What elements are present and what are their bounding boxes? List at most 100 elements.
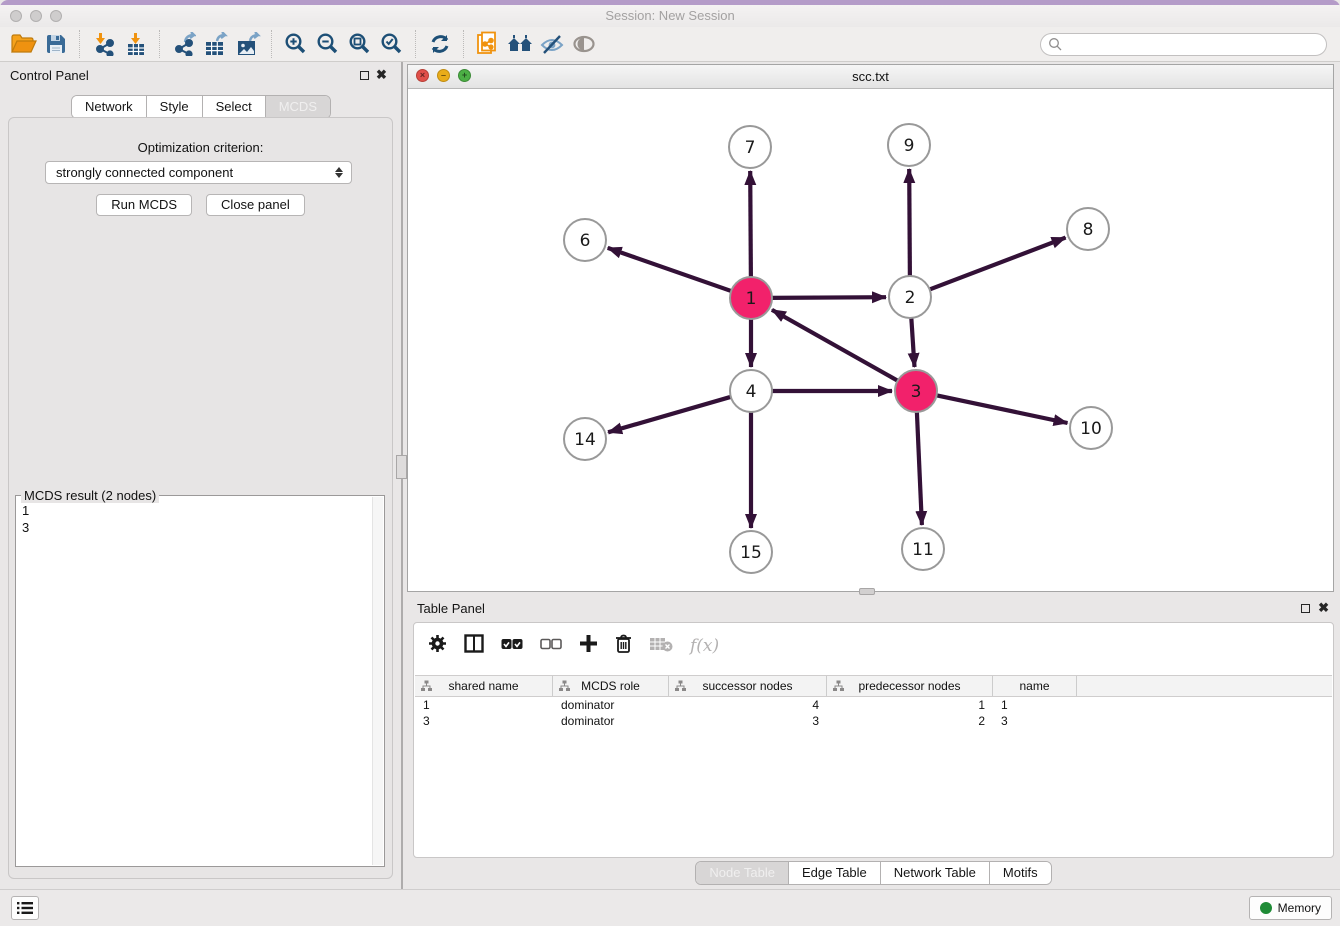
import-network-icon[interactable] (88, 29, 120, 59)
graph-node-4[interactable]: 4 (730, 370, 772, 412)
graph-node-9[interactable]: 9 (888, 124, 930, 166)
control-panel: Control Panel ✖ Network Style Select MCD… (0, 62, 402, 890)
svg-text:1: 1 (746, 289, 757, 309)
optimization-criterion-label: Optimization criterion: (9, 140, 392, 155)
graph-node-14[interactable]: 14 (564, 418, 606, 460)
export-network-icon[interactable] (168, 29, 200, 59)
export-table-icon[interactable] (200, 29, 232, 59)
column-header-successor-nodes[interactable]: successor nodes (669, 676, 827, 696)
app-titlebar: Session: New Session (0, 5, 1340, 27)
network-view-window: × – + scc.txt 7 9 6 8 1 2 4 3 14 10 15 11 (407, 64, 1334, 592)
cell-shared-name[interactable]: 3 (415, 713, 553, 729)
search-icon (1048, 37, 1063, 52)
zoom-fit-icon[interactable] (344, 29, 376, 59)
graph-node-8[interactable]: 8 (1067, 208, 1109, 250)
zoom-selected-icon[interactable] (376, 29, 408, 59)
network-window-titlebar[interactable]: × – + scc.txt (408, 65, 1333, 89)
vertical-splitter-handle[interactable] (396, 455, 407, 479)
main-region: Control Panel ✖ Network Style Select MCD… (0, 62, 1340, 890)
zoom-out-icon[interactable] (312, 29, 344, 59)
select-all-checkboxes-icon[interactable] (501, 637, 523, 655)
graph-node-1[interactable]: 1 (730, 277, 772, 319)
cell-predecessor-nodes[interactable]: 2 (827, 713, 993, 729)
graph-node-11[interactable]: 11 (902, 528, 944, 570)
column-header-name[interactable]: name (993, 676, 1077, 696)
table-panel: Table Panel ✖ (407, 595, 1340, 890)
cell-predecessor-nodes[interactable]: 1 (827, 697, 993, 713)
graph-edge-2-3[interactable] (911, 316, 914, 367)
save-session-icon[interactable] (40, 29, 72, 59)
graph-node-3[interactable]: 3 (895, 370, 937, 412)
table-row[interactable]: 1 dominator 4 1 1 (415, 697, 1332, 713)
table-panel-close-icon[interactable]: ✖ (1318, 600, 1329, 616)
graph-edge-2-8[interactable] (928, 238, 1066, 291)
graph-edge-3-1[interactable] (772, 310, 900, 382)
svg-text:4: 4 (746, 382, 757, 402)
export-image-icon[interactable] (232, 29, 264, 59)
function-builder-icon: f(x) (690, 636, 719, 656)
task-history-button[interactable] (11, 896, 39, 920)
control-panel-title: Control Panel (10, 68, 89, 83)
graph-node-6[interactable]: 6 (564, 219, 606, 261)
column-header-predecessor-nodes[interactable]: predecessor nodes (827, 676, 993, 696)
zoom-in-icon[interactable] (280, 29, 312, 59)
column-header-shared-name[interactable]: shared name (415, 676, 553, 696)
graph-edge-2-9[interactable] (909, 169, 910, 278)
cell-successor-nodes[interactable]: 3 (669, 713, 827, 729)
table-panel-title: Table Panel (417, 601, 485, 616)
graph-edge-1-6[interactable] (608, 248, 733, 292)
svg-text:3: 3 (911, 382, 922, 402)
graph-edge-1-7[interactable] (750, 171, 751, 279)
graph-edge-1-2[interactable] (770, 297, 886, 298)
cell-successor-nodes[interactable]: 4 (669, 697, 827, 713)
first-neighbors-icon[interactable] (472, 29, 504, 59)
cell-mcds-role[interactable]: dominator (553, 697, 669, 713)
home-icon[interactable] (504, 29, 536, 59)
graph-node-7[interactable]: 7 (729, 126, 771, 168)
tab-style[interactable]: Style (147, 96, 203, 118)
show-all-icon[interactable] (568, 29, 600, 59)
control-panel-close-icon[interactable]: ✖ (376, 67, 387, 83)
memory-button[interactable]: Memory (1249, 896, 1332, 920)
result-scrollbar[interactable] (372, 497, 383, 865)
add-column-icon[interactable] (579, 634, 598, 658)
graph-node-15[interactable]: 15 (730, 531, 772, 573)
tab-network-table[interactable]: Network Table (881, 862, 990, 884)
graph-node-10[interactable]: 10 (1070, 407, 1112, 449)
graph-edge-3-11[interactable] (917, 410, 922, 525)
tab-network[interactable]: Network (72, 96, 147, 118)
tab-motifs[interactable]: Motifs (990, 862, 1051, 884)
run-mcds-button[interactable]: Run MCDS (96, 194, 192, 216)
table-panel-float-icon[interactable] (1301, 604, 1310, 613)
column-chooser-icon[interactable] (464, 634, 484, 658)
search-input[interactable] (1063, 35, 1326, 53)
tab-node-table[interactable]: Node Table (696, 862, 789, 884)
import-table-icon[interactable] (120, 29, 152, 59)
cell-mcds-role[interactable]: dominator (553, 713, 669, 729)
horizontal-splitter-handle[interactable] (859, 588, 875, 595)
control-panel-float-icon[interactable] (360, 71, 369, 80)
deselect-all-checkboxes-icon[interactable] (540, 637, 562, 655)
graph-edge-3-10[interactable] (935, 395, 1068, 423)
tab-edge-table[interactable]: Edge Table (789, 862, 881, 884)
table-settings-gear-icon[interactable] (428, 634, 447, 658)
optimization-criterion-select[interactable]: strongly connected component (45, 161, 352, 184)
network-window-title: scc.txt (408, 69, 1333, 84)
cell-name[interactable]: 1 (993, 697, 1077, 713)
table-row[interactable]: 3 dominator 3 2 3 (415, 713, 1332, 729)
graph-node-2[interactable]: 2 (889, 276, 931, 318)
column-header-mcds-role[interactable]: MCDS role (553, 676, 669, 696)
close-panel-button[interactable]: Close panel (206, 194, 305, 216)
memory-status-icon (1260, 902, 1272, 914)
cell-shared-name[interactable]: 1 (415, 697, 553, 713)
svg-text:8: 8 (1083, 220, 1094, 240)
open-session-icon[interactable] (8, 29, 40, 59)
tab-mcds[interactable]: MCDS (266, 96, 330, 118)
delete-column-trash-icon[interactable] (615, 634, 632, 658)
refresh-layout-icon[interactable] (424, 29, 456, 59)
tab-select[interactable]: Select (203, 96, 266, 118)
graph-edge-4-14[interactable] (608, 396, 733, 432)
cell-name[interactable]: 3 (993, 713, 1077, 729)
network-canvas[interactable]: 7 9 6 8 1 2 4 3 14 10 15 11 (408, 89, 1333, 592)
hide-selected-icon[interactable] (536, 29, 568, 59)
